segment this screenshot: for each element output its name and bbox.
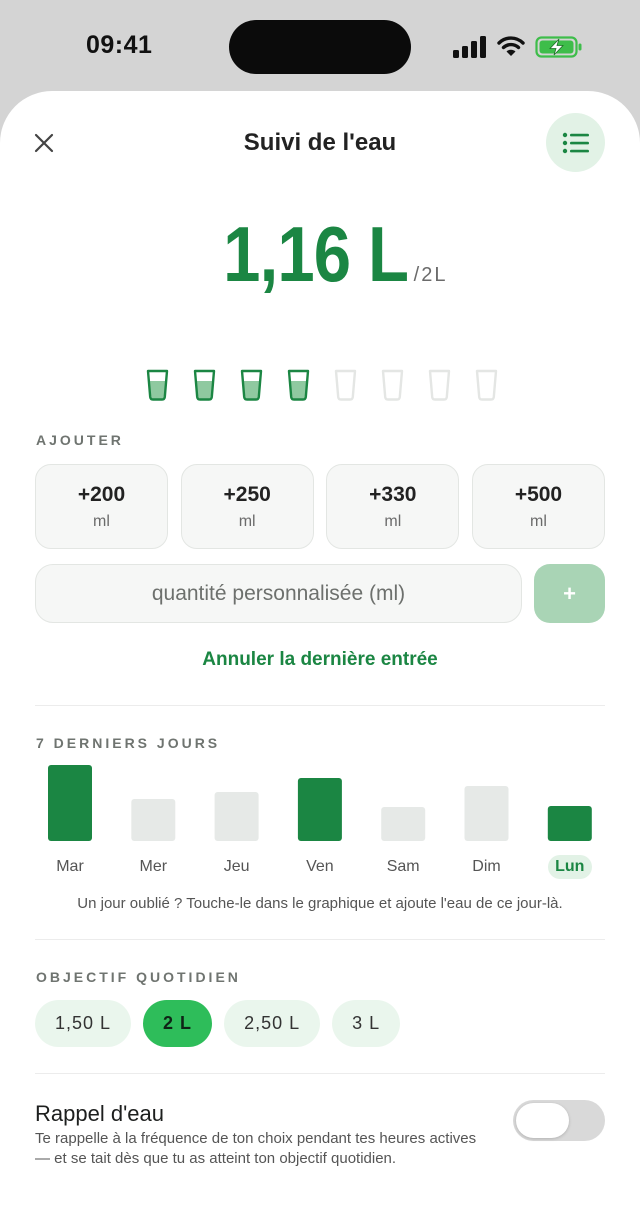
add-section-label: AJOUTER <box>36 432 124 448</box>
chart-day-label[interactable]: Lun <box>540 858 600 876</box>
chart-day-label[interactable]: Dim <box>457 858 517 876</box>
divider <box>35 705 605 706</box>
water-tracker-sheet: Suivi de l'eau 1,16 L/2L AJOUTER +200 ml… <box>0 91 640 1228</box>
glass-empty-icon <box>334 369 357 401</box>
add-amount: +500 <box>514 482 563 506</box>
goal-option-1[interactable]: 2 L <box>143 1000 213 1047</box>
reminder-description: Te rappelle à la fréquence de ton choix … <box>35 1130 477 1167</box>
chart-day-label[interactable]: Ven <box>290 858 350 876</box>
add-amount: +200 <box>77 482 126 506</box>
divider <box>35 1073 605 1074</box>
add-unit: ml <box>238 512 256 530</box>
chart-bar-lun[interactable] <box>547 806 592 841</box>
add-500-button[interactable]: +500 ml <box>471 464 605 549</box>
chart-day-label[interactable]: Sam <box>373 858 433 876</box>
cellular-signal-icon <box>453 36 486 58</box>
add-unit: ml <box>530 512 547 530</box>
chart-bar-ven[interactable] <box>297 778 342 841</box>
glasses-progress <box>0 369 640 401</box>
chart-bar-mar[interactable] <box>48 765 92 841</box>
chart-bar-sam[interactable] <box>381 807 426 841</box>
list-icon <box>562 132 589 153</box>
wifi-icon <box>497 36 525 56</box>
weekly-chart-bars <box>48 765 592 841</box>
chart-bar-dim[interactable] <box>464 786 509 841</box>
glass-filled-icon <box>287 369 310 401</box>
quick-add-buttons: +200 ml +250 ml +330 ml +500 ml <box>35 464 605 549</box>
glass-empty-icon <box>475 369 498 401</box>
goal-option-3[interactable]: 3 L <box>332 1000 401 1047</box>
add-amount: +250 <box>223 482 271 506</box>
toggle-knob <box>516 1103 569 1138</box>
divider <box>35 939 605 940</box>
add-unit: ml <box>384 512 402 530</box>
add-330-button[interactable]: +330 ml <box>326 464 460 549</box>
chart-bar-mer[interactable] <box>131 799 176 841</box>
intake-total: 1,16 L <box>222 210 409 298</box>
status-time: 09:41 <box>86 31 153 59</box>
history-list-button[interactable] <box>546 113 605 172</box>
intake-summary: 1,16 L/2L <box>0 209 640 300</box>
glass-empty-icon <box>428 369 451 401</box>
dynamic-island <box>229 20 411 74</box>
glass-filled-icon <box>240 369 263 401</box>
custom-add-button[interactable]: + <box>534 564 605 623</box>
reminder-title: Rappel d'eau <box>35 1101 164 1126</box>
page-title: Suivi de l'eau <box>243 129 397 156</box>
battery-charging-icon <box>535 36 582 58</box>
custom-amount-input[interactable] <box>35 564 522 623</box>
chart-hint: Un jour oublié ? Touche-le dans le graph… <box>77 895 563 912</box>
chart-day-label[interactable]: Mar <box>40 858 100 876</box>
undo-last-entry-link[interactable]: Annuler la dernière entrée <box>0 649 640 671</box>
add-unit: ml <box>93 512 110 530</box>
reminder-toggle[interactable] <box>513 1100 605 1141</box>
history-section-label: 7 DERNIERS JOURS <box>36 735 221 751</box>
glass-filled-icon <box>146 369 169 401</box>
add-amount: +330 <box>369 482 417 506</box>
chart-day-label[interactable]: Mer <box>123 858 183 876</box>
goal-options: 1,50 L2 L 2,50 L3 L <box>35 1000 401 1047</box>
intake-goal: /2L <box>413 264 448 286</box>
weekly-chart: Mar Mer Jeu Ven Sam Dim Lun <box>35 753 605 883</box>
goal-section-label: OBJECTIF QUOTIDIEN <box>36 969 241 985</box>
status-bar: 09:41 <box>0 0 640 92</box>
glass-empty-icon <box>381 369 404 401</box>
chart-day-label[interactable]: Jeu <box>207 858 267 876</box>
add-250-button[interactable]: +250 ml <box>180 464 314 549</box>
add-200-button[interactable]: +200 ml <box>35 464 168 549</box>
goal-option-2[interactable]: 2,50 L <box>224 1000 321 1047</box>
chart-bar-jeu[interactable] <box>214 792 259 841</box>
glass-filled-icon <box>193 369 216 401</box>
goal-option-0[interactable]: 1,50 L <box>35 1000 132 1047</box>
